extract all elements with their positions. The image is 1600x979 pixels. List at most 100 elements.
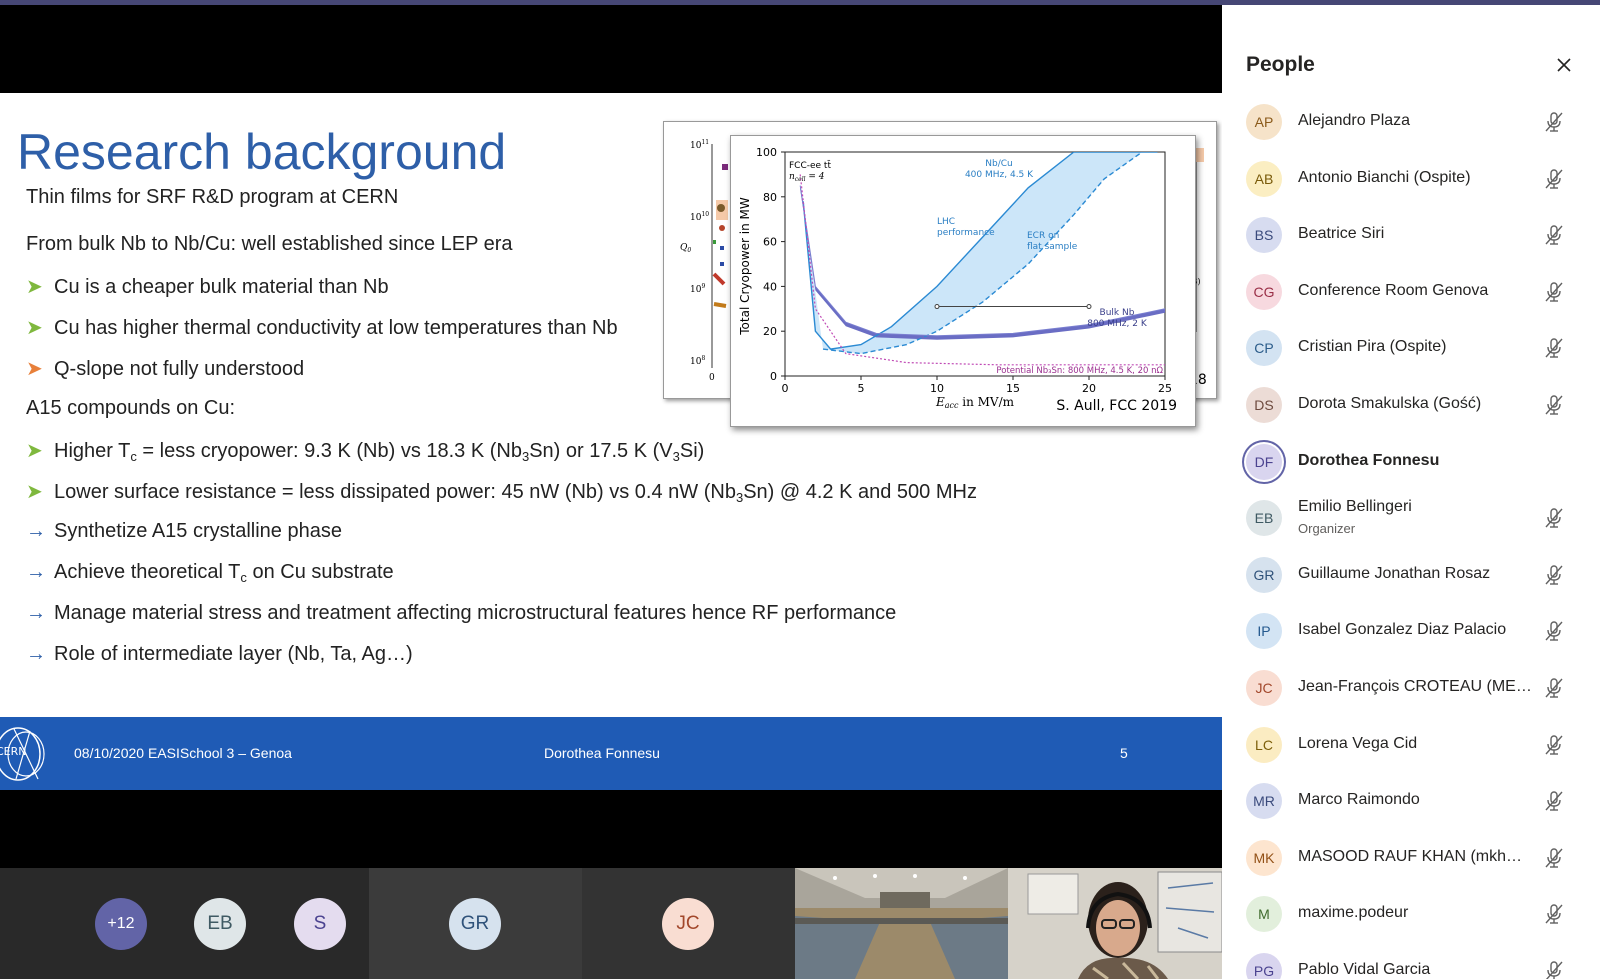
annotation-ncell: ncell = 4 bbox=[789, 172, 825, 183]
participant-row[interactable]: IP Isabel Gonzalez Diaz Palacio bbox=[1222, 603, 1600, 659]
participant-avatar-gr: GR bbox=[449, 898, 501, 950]
y-tick-label: 0 bbox=[770, 370, 777, 383]
q0-data-marker bbox=[717, 204, 725, 212]
participant-row[interactable]: AP Alejandro Plaza bbox=[1222, 94, 1600, 150]
arrow-right-icon: → bbox=[26, 520, 46, 542]
cern-logo: CERN bbox=[0, 727, 45, 781]
y-tick-label: 20 bbox=[763, 325, 777, 338]
slide-heading-a15: A15 compounds on Cu: bbox=[26, 397, 236, 419]
arrow-right-icon: → bbox=[26, 602, 46, 624]
participant-name: Emilio Bellingeri bbox=[1298, 498, 1412, 516]
participant-avatar: DF bbox=[1246, 443, 1282, 480]
y-axis-label: Total Cryopower in MW bbox=[738, 197, 752, 336]
participant-name: Beatrice Siri bbox=[1298, 225, 1385, 243]
q0-data-marker bbox=[713, 240, 716, 244]
mic-muted-icon[interactable] bbox=[1542, 167, 1566, 191]
arrowhead-bullet-icon: ➤ bbox=[26, 440, 43, 462]
arrowhead-bullet-icon: ➤ bbox=[26, 358, 43, 380]
participant-tile-jc[interactable]: JC bbox=[582, 868, 795, 979]
footer-author: Dorothea Fonnesu bbox=[544, 745, 660, 761]
participant-avatar: EB bbox=[1246, 500, 1282, 537]
participant-avatar-s[interactable]: S bbox=[294, 898, 346, 950]
participant-tile-gr[interactable]: GR bbox=[369, 868, 582, 979]
mic-muted-icon[interactable] bbox=[1542, 619, 1566, 643]
participant-row[interactable]: EB Emilio Bellingeri Organizer bbox=[1222, 490, 1600, 546]
participant-tile-group[interactable]: +12 EB S bbox=[0, 868, 369, 979]
participant-row[interactable]: MR Marco Raimondo bbox=[1222, 773, 1600, 829]
chart-credit: S. Aull, FCC 2019 bbox=[1056, 398, 1177, 414]
participant-row[interactable]: BS Beatrice Siri bbox=[1222, 207, 1600, 263]
slide-footer: CERN 08/10/2020 EASISchool 3 – Genoa Dor… bbox=[0, 717, 1222, 790]
participant-row[interactable]: AB Antonio Bianchi (Ospite) bbox=[1222, 151, 1600, 207]
mic-muted-icon[interactable] bbox=[1542, 563, 1566, 587]
mic-muted-icon[interactable] bbox=[1542, 506, 1566, 530]
participant-name: Lorena Vega Cid bbox=[1298, 734, 1418, 752]
shared-screen-stage: Research background Thin films for SRF R… bbox=[0, 5, 1222, 979]
participant-name: Isabel Gonzalez Diaz Palacio bbox=[1298, 621, 1507, 639]
arrowhead-bullet-icon: ➤ bbox=[26, 276, 43, 298]
participant-row[interactable]: PG Pablo Vidal Garcia bbox=[1222, 943, 1600, 979]
y-tick-label: 40 bbox=[763, 280, 777, 293]
mic-muted-icon[interactable] bbox=[1542, 280, 1566, 304]
participant-row[interactable]: Mmaxime.podeur bbox=[1222, 886, 1600, 942]
presentation-slide: Research background Thin films for SRF R… bbox=[0, 93, 1222, 790]
participant-name: maxime.podeur bbox=[1298, 904, 1409, 922]
annotation-ecr-flat: flat sample bbox=[1027, 242, 1078, 252]
mic-muted-icon[interactable] bbox=[1542, 789, 1566, 813]
q0-data-marker bbox=[722, 164, 728, 170]
mic-muted-icon[interactable] bbox=[1542, 393, 1566, 417]
arrowhead-bullet-icon: ➤ bbox=[26, 481, 43, 503]
participant-row[interactable]: CG Conference Room Genova bbox=[1222, 264, 1600, 320]
slide-heading-bulk-nb: From bulk Nb to Nb/Cu: well established … bbox=[26, 233, 513, 255]
mic-muted-icon[interactable] bbox=[1542, 336, 1566, 360]
cryopower-chart-svg: Total Cryopower in MW 0 5 10 15 20 25 0 20 40 60 8… bbox=[738, 146, 1177, 414]
participant-name: Dorota Smakulska (Gość) bbox=[1298, 395, 1482, 412]
annotation-nbcu: Nb/Cu bbox=[985, 159, 1012, 169]
participant-avatar-eb[interactable]: EB bbox=[194, 898, 246, 950]
participant-name: Alejandro Plaza bbox=[1298, 112, 1411, 129]
mic-muted-icon[interactable] bbox=[1542, 676, 1566, 700]
participant-avatar: DS bbox=[1246, 387, 1282, 423]
more-participants-button[interactable]: +12 bbox=[95, 898, 147, 950]
participant-row[interactable]: GR Guillaume Jonathan Rosaz bbox=[1222, 547, 1600, 603]
x-tick-label: 0 bbox=[782, 382, 789, 395]
participant-avatar: MK bbox=[1246, 839, 1282, 876]
svg-text:CERN: CERN bbox=[0, 745, 27, 758]
participant-role: Organizer bbox=[1298, 521, 1356, 537]
participant-video-speaker[interactable] bbox=[1008, 868, 1222, 979]
participant-avatar: CG bbox=[1246, 273, 1282, 310]
annotation-bulk-freq: 800 MHz, 2 K bbox=[1087, 319, 1148, 329]
participant-row[interactable]: DS Dorota Smakulska (Gość) bbox=[1222, 377, 1600, 433]
y-tick-label: 60 bbox=[763, 236, 777, 249]
mic-muted-icon[interactable] bbox=[1542, 223, 1566, 247]
mic-muted-icon[interactable] bbox=[1542, 110, 1566, 134]
q0-data-marker bbox=[720, 246, 724, 250]
slide-subtitle: Thin films for SRF R&D program at CERN bbox=[26, 186, 399, 208]
q0-data-marker bbox=[719, 225, 725, 231]
y-tick-label: 80 bbox=[763, 191, 777, 204]
x-tick-label: 25 bbox=[1158, 382, 1172, 395]
participant-row[interactable]: DF Dorothea Fonnesu bbox=[1222, 434, 1600, 490]
speaker-video-image bbox=[1008, 868, 1222, 979]
participant-avatar: PG bbox=[1246, 953, 1282, 979]
participant-avatar: BS bbox=[1246, 217, 1282, 254]
mic-muted-icon[interactable] bbox=[1542, 902, 1566, 926]
arrowhead-bullet-icon: ➤ bbox=[26, 317, 43, 339]
participant-avatar: IP bbox=[1246, 613, 1282, 650]
mic-muted-icon[interactable] bbox=[1542, 959, 1566, 979]
close-icon[interactable] bbox=[1552, 53, 1576, 77]
people-panel: People AP Alejandro Plaza AB Antonio Bianch… bbox=[1222, 5, 1600, 979]
annotation-ecr: ECR on bbox=[1027, 231, 1059, 241]
mic-muted-icon[interactable] bbox=[1542, 846, 1566, 870]
participant-name: Conference Room Genova bbox=[1298, 281, 1489, 299]
x-tick-label: 5 bbox=[858, 382, 865, 395]
participant-row[interactable]: LC Lorena Vega Cid bbox=[1222, 717, 1600, 773]
participant-row[interactable]: JC Jean-François CROTEAU (ME… bbox=[1222, 660, 1600, 716]
x-tick-label: 10 bbox=[930, 382, 944, 395]
participant-video-room[interactable] bbox=[795, 868, 1008, 979]
x-tick-label: 15 bbox=[1006, 382, 1020, 395]
participant-row[interactable]: MK MASOOD RAUF KHAN (mkh… bbox=[1222, 830, 1600, 886]
footer-page-number: 5 bbox=[1120, 745, 1128, 761]
participant-row[interactable]: CP Cristian Pira (Ospite) bbox=[1222, 320, 1600, 376]
mic-muted-icon[interactable] bbox=[1542, 733, 1566, 757]
